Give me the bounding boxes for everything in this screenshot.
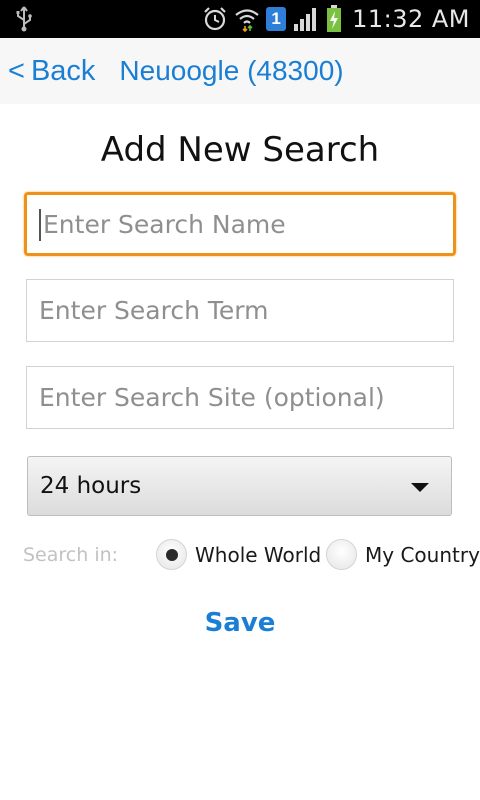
search-term-field[interactable] <box>26 279 454 342</box>
nav-title: Neuoogle (48300) <box>119 55 344 86</box>
search-in-label: Search in: <box>23 544 119 566</box>
search-site-input[interactable] <box>39 367 453 428</box>
sim-icon: 1 <box>266 7 287 31</box>
back-button[interactable]: < Back <box>8 55 95 88</box>
search-scope-group: Search in: Whole World My Country <box>0 538 480 572</box>
time-range-dropdown[interactable]: 24 hours <box>27 456 452 516</box>
battery-icon <box>327 5 342 32</box>
search-term-input[interactable] <box>39 280 453 341</box>
radio-selected-icon <box>156 539 187 570</box>
radio-unselected-icon <box>326 539 357 570</box>
radio-my-country[interactable]: My Country <box>326 539 480 570</box>
signal-icon <box>294 8 317 31</box>
text-caret <box>39 209 41 241</box>
dropdown-arrow-icon <box>411 483 429 492</box>
radio-label: My Country <box>365 542 480 567</box>
radio-label: Whole World <box>195 542 322 567</box>
search-name-input[interactable] <box>39 195 453 253</box>
search-site-field[interactable] <box>26 366 454 429</box>
back-label: Back <box>30 54 96 87</box>
search-name-field[interactable] <box>24 192 456 256</box>
usb-icon <box>16 6 32 32</box>
wifi-icon <box>235 9 259 32</box>
back-chevron-icon: < <box>8 54 25 87</box>
save-button[interactable]: Save <box>0 608 480 638</box>
page-title: Add New Search <box>100 130 380 170</box>
radio-whole-world[interactable]: Whole World <box>156 539 321 570</box>
alarm-icon <box>204 7 226 31</box>
time-range-value: 24 hours <box>40 473 142 499</box>
status-bar: 1 11:32 AM <box>0 0 480 38</box>
status-time: 11:32 AM <box>352 5 470 33</box>
nav-bar: < Back Neuoogle (48300) <box>0 38 480 104</box>
